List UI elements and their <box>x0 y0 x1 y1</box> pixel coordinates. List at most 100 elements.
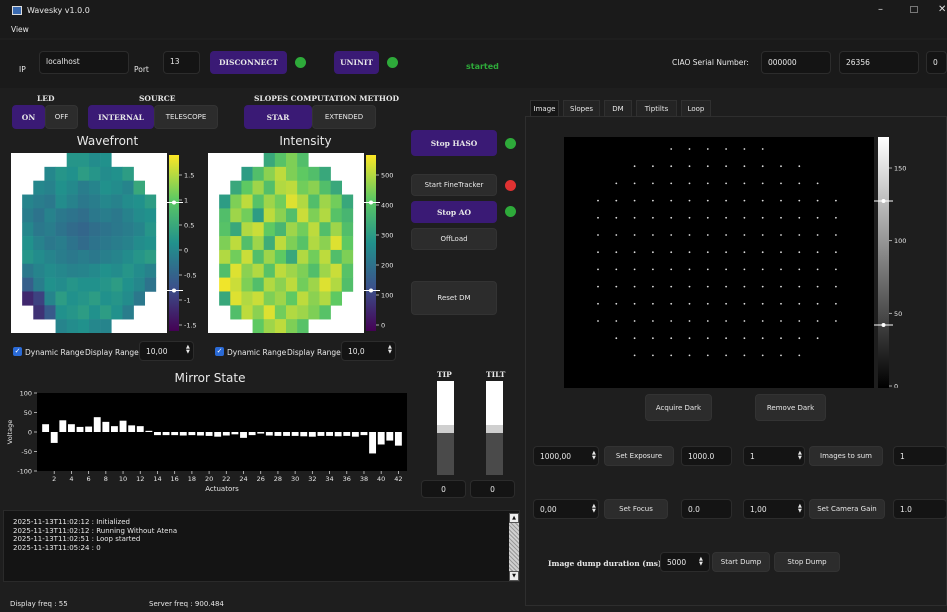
camera-spot <box>725 182 727 185</box>
mirror-x-tick-label: 42 <box>394 475 402 483</box>
camera-spot <box>798 199 801 202</box>
wavefront-cell <box>144 208 157 223</box>
scroll-down-icon[interactable]: ▼ <box>509 571 519 581</box>
intensity-range-handle-knob[interactable] <box>369 200 373 205</box>
mirror-bar <box>326 432 333 436</box>
exposure-spinner-icon[interactable]: ▲ ▼ <box>592 451 596 461</box>
camera-spot <box>688 199 691 202</box>
images-spinner-icon[interactable]: ▲ ▼ <box>798 451 802 461</box>
camera-spot <box>615 268 618 271</box>
mirror-bar <box>317 432 325 436</box>
gain-spinner-icon[interactable]: ▲ ▼ <box>798 504 802 514</box>
reset-dm-button[interactable]: Reset DM <box>411 281 497 315</box>
wavefront-cell <box>100 222 112 237</box>
wavefront-plot: 1.5 1 0.5 0 -0.5 -1 -1.5 <box>11 153 197 333</box>
method-star-button[interactable]: STAR <box>244 105 312 129</box>
dump-spinner-icon[interactable]: ▲ ▼ <box>699 557 703 567</box>
images-to-sum-button[interactable]: Images to sum <box>809 446 883 466</box>
set-exposure-button[interactable]: Set Exposure <box>604 446 674 466</box>
source-internal-button[interactable]: INTERNAL <box>88 105 154 129</box>
uninit-button[interactable]: UNINIT <box>334 51 379 74</box>
camera-spot <box>816 251 819 254</box>
intensity-range-handle-knob[interactable] <box>369 288 373 293</box>
tab-loop[interactable]: Loop <box>681 100 711 117</box>
camera-spot <box>798 354 801 357</box>
close-icon[interactable]: ✕ <box>938 4 946 15</box>
tab-image[interactable]: Image <box>530 100 559 117</box>
intensity-cell <box>330 180 343 195</box>
stop-dump-button[interactable]: Stop Dump <box>774 552 840 572</box>
scroll-up-icon[interactable]: ▲ <box>509 513 519 523</box>
maximize-icon[interactable] <box>910 6 918 13</box>
serial-field-3[interactable]: 0 <box>926 51 947 74</box>
remove-dark-button[interactable]: Remove Dark <box>755 394 826 421</box>
wavefront-cell <box>22 194 34 209</box>
in-dynamic-range-checkbox[interactable]: ✓ <box>215 347 224 356</box>
wavefront-cell <box>55 319 68 333</box>
mirror-x-tick-label: 10 <box>119 475 127 483</box>
wavefront-cell <box>144 194 157 209</box>
intensity-cell <box>319 249 331 265</box>
minimize-icon[interactable]: – <box>878 4 883 15</box>
wf-dynamic-range-checkbox[interactable]: ✓ <box>13 347 22 356</box>
intensity-cell <box>241 263 253 278</box>
led-on-button[interactable]: ON <box>12 105 45 129</box>
tab-slopes[interactable]: Slopes <box>563 100 600 117</box>
camera-spot <box>798 165 801 168</box>
camera-range-handle-knob[interactable] <box>881 199 886 203</box>
set-camera-gain-button[interactable]: Set Camera Gain <box>809 499 885 519</box>
set-focus-button[interactable]: Set Focus <box>604 499 668 519</box>
tab-dm[interactable]: DM <box>604 100 632 117</box>
exposure-input[interactable]: 1000,00 <box>533 446 599 466</box>
ip-input[interactable]: localhost <box>39 51 129 74</box>
camera-gain-input[interactable]: 1,00 <box>743 499 805 519</box>
log-scrollbar[interactable]: ▲ ▼ <box>509 513 519 581</box>
camera-spot <box>652 320 654 322</box>
wavefront-colorbar-tick-label: 0 <box>184 247 188 255</box>
start-finetracker-button[interactable]: Start FineTracker <box>411 174 497 196</box>
method-extended-button[interactable]: EXTENDED <box>312 105 376 129</box>
camera-spot <box>835 199 837 202</box>
camera-colorbar-tick-label: 0 <box>894 383 898 389</box>
port-input[interactable]: 13 <box>163 51 200 74</box>
led-off-button[interactable]: OFF <box>45 105 78 129</box>
wavefront-range-handle-knob[interactable] <box>172 288 176 293</box>
camera-spot <box>725 216 727 219</box>
wavefront-cell <box>77 194 90 209</box>
acquire-dark-button[interactable]: Acquire Dark <box>645 394 712 421</box>
images-to-sum-input[interactable]: 1 <box>743 446 805 466</box>
stop-haso-button[interactable]: Stop HASO <box>411 130 497 156</box>
focus-input[interactable]: 0,00 <box>533 499 599 519</box>
mirror-bar <box>265 432 273 436</box>
start-dump-button[interactable]: Start Dump <box>712 552 770 572</box>
serial-field-1[interactable]: 000000 <box>761 51 831 74</box>
camera-spot <box>688 165 691 168</box>
wavefront-range-handle-knob[interactable] <box>172 200 176 205</box>
intensity-cell <box>230 222 242 237</box>
intensity-cell <box>286 236 298 251</box>
intensity-cell <box>308 277 320 292</box>
wavefront-cell <box>77 222 90 237</box>
menu-view[interactable]: View <box>11 25 29 34</box>
source-telescope-button[interactable]: TELESCOPE <box>154 105 218 129</box>
wf-range-spinner-icon[interactable]: ▲ ▼ <box>186 345 190 355</box>
wavefront-cell <box>33 249 45 265</box>
stop-ao-button[interactable]: Stop AO <box>411 201 497 223</box>
mirror-bar <box>111 426 118 432</box>
intensity-cell <box>286 180 298 195</box>
disconnect-button[interactable]: DISCONNECT <box>210 51 287 74</box>
camera-spot <box>706 234 709 236</box>
offload-button[interactable]: OffLoad <box>411 228 497 250</box>
focus-spinner-icon[interactable]: ▲ ▼ <box>592 504 596 514</box>
tab-tiptilts[interactable]: Tiptilts <box>636 100 677 117</box>
wavefront-cell <box>144 249 157 265</box>
wavefront-cell <box>122 166 134 181</box>
log-panel[interactable]: 2025-11-13T11:02:12 : Initialized 2025-11… <box>3 510 520 582</box>
serial-field-2[interactable]: 26356 <box>839 51 919 74</box>
wavefront-cell <box>89 194 101 209</box>
camera-range-handle-knob[interactable] <box>881 323 886 327</box>
wavefront-colorbar-tick-label: -1.5 <box>184 322 197 330</box>
log-line: 2025-11-13T11:02:12 : Running Without At… <box>13 526 178 535</box>
in-range-spinner-icon[interactable]: ▲ ▼ <box>388 345 392 355</box>
intensity-cell <box>263 153 276 168</box>
